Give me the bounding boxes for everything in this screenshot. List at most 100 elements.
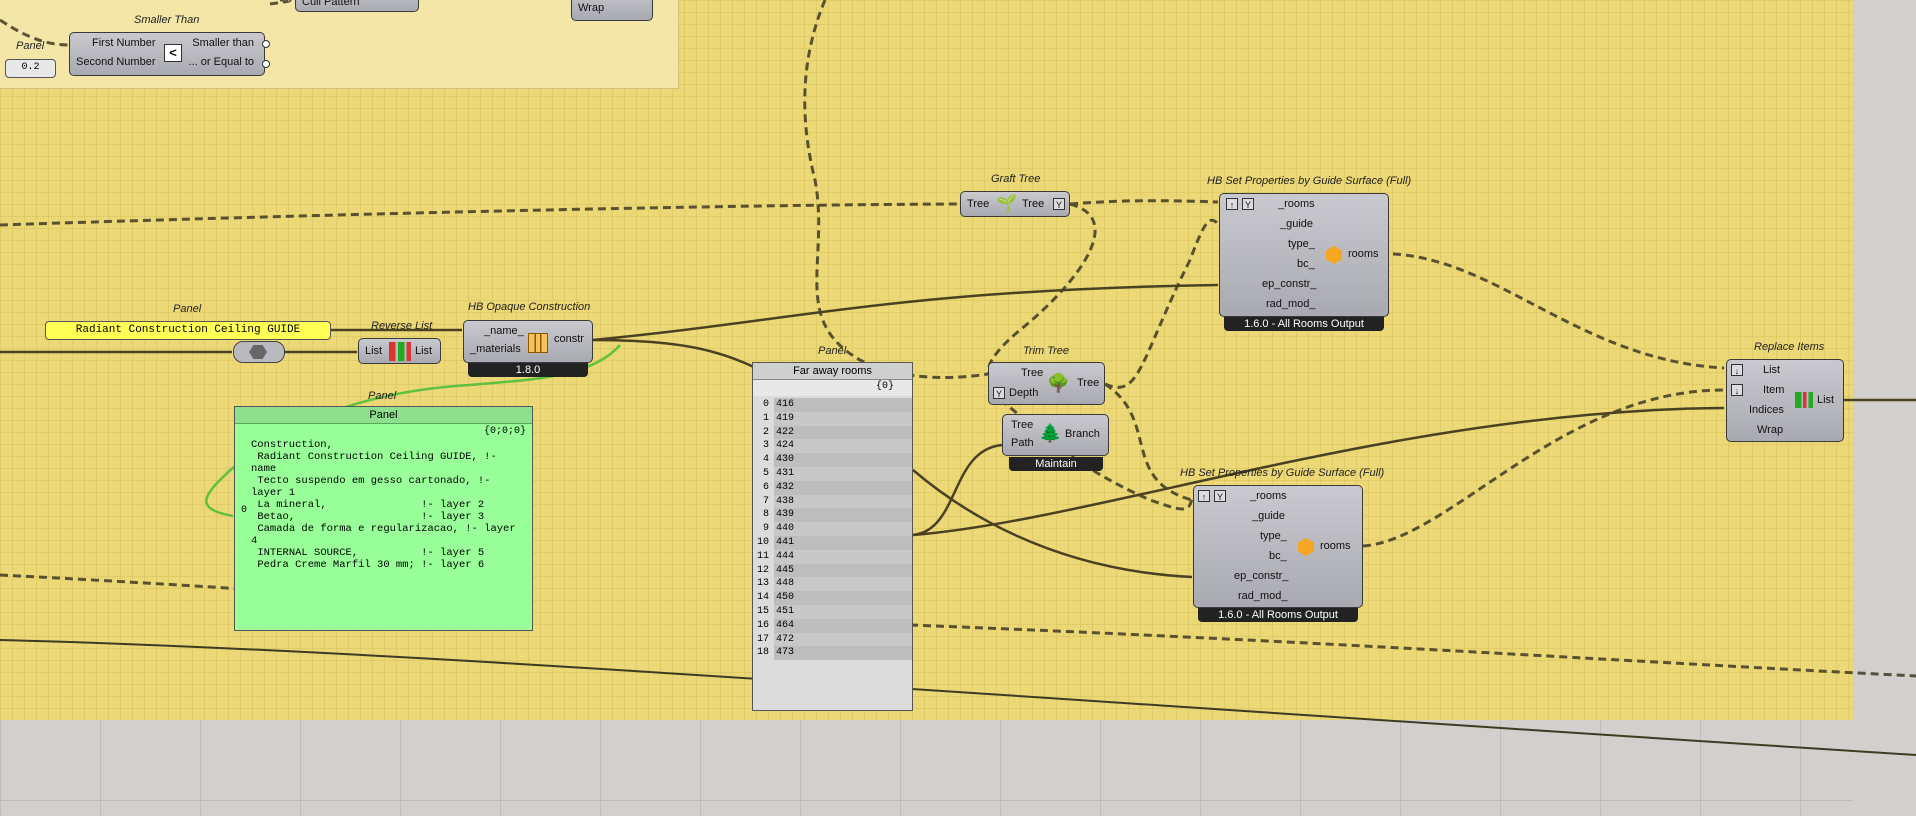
list-item-index: 18 xyxy=(756,647,769,659)
panel-construction[interactable]: Panel {0;0;0} 0 Construction, Radiant Co… xyxy=(234,406,533,631)
smaller-than-component[interactable]: First Number Second Number < Smaller tha… xyxy=(69,32,265,76)
list-item: 11 444 xyxy=(753,549,912,564)
panel-construction-path: {0;0;0} xyxy=(483,426,526,437)
hb-set-top-title: HB Set Properties by Guide Surface (Full… xyxy=(1207,175,1412,187)
or-equal-out-dot[interactable] xyxy=(262,60,270,68)
panel-guide-title: Panel xyxy=(173,303,202,315)
panel-rooms[interactable]: Far away rooms {0} 0 416 1 419 2 422 3 424 4 430 5… xyxy=(752,362,913,711)
hb-bottom-radmod-input[interactable]: rad_mod_ xyxy=(1238,590,1288,602)
list-item: 18 473 xyxy=(753,646,912,661)
trim-tree-output[interactable]: Tree xyxy=(1077,377,1099,389)
opaque-construction-icon xyxy=(528,333,548,353)
or-equal-output[interactable]: ... or Equal to xyxy=(189,56,254,68)
replace-indices-input[interactable]: Indices xyxy=(1749,404,1784,416)
list-item: 7 438 xyxy=(753,494,912,509)
smaller-than-output[interactable]: Smaller than xyxy=(192,37,254,49)
replace-item-input[interactable]: Item xyxy=(1763,384,1784,396)
panel-guide-text: Radiant Construction Ceiling GUIDE xyxy=(75,324,301,336)
hb-opaque-title: HB Opaque Construction xyxy=(468,301,591,313)
list-item: 12 445 xyxy=(753,563,912,578)
hb-opaque-name-input[interactable]: _name_ xyxy=(484,325,524,337)
relay-component[interactable] xyxy=(233,341,285,363)
list-item-index: 2 xyxy=(762,426,769,438)
hb-top-guide-input[interactable]: _guide xyxy=(1280,218,1313,230)
tree-branch-tree-input[interactable]: Tree xyxy=(1011,419,1033,431)
hb-top-version: 1.6.0 - All Rooms Output xyxy=(1224,317,1384,331)
tree-branch-mode: Maintain xyxy=(1009,457,1103,471)
hb-top-epconstr-input[interactable]: ep_constr_ xyxy=(1262,278,1316,290)
reverse-list-component[interactable]: List List xyxy=(358,338,441,364)
replace-wrap-input[interactable]: Wrap xyxy=(1757,424,1783,436)
panel-value[interactable]: 0.2 xyxy=(5,59,56,78)
panel-value-title: Panel xyxy=(16,40,45,52)
second-number-input[interactable]: Second Number xyxy=(76,56,156,68)
list-item: 13 448 xyxy=(753,577,912,592)
cull-pattern-component[interactable]: Cull Pattern xyxy=(295,0,419,12)
hb-set-bottom-component[interactable]: ↑ Y _rooms _guide type_ bc_ ep_constr_ r… xyxy=(1193,485,1363,608)
list-item-index: 12 xyxy=(756,564,769,576)
list-item-value: 432 xyxy=(774,480,912,495)
honeybee-icon xyxy=(1298,538,1314,556)
hb-bottom-guide-input[interactable]: _guide xyxy=(1252,510,1285,522)
graft-tree-input[interactable]: Tree xyxy=(967,198,989,210)
list-item-index: 15 xyxy=(756,605,769,617)
list-item-value: 445 xyxy=(774,563,912,578)
replace-items-component[interactable]: ↓ List ↓ Item Indices Wrap List xyxy=(1726,359,1844,442)
panel-value-text: 0.2 xyxy=(21,62,40,73)
trim-tree-input[interactable]: Tree xyxy=(1021,367,1043,379)
trim-depth-input[interactable]: Depth xyxy=(1009,387,1038,399)
panel-construction-index: 0 xyxy=(241,505,248,516)
hb-bottom-rooms-input[interactable]: _rooms xyxy=(1250,490,1287,502)
panel-guide[interactable]: Radiant Construction Ceiling GUIDE xyxy=(45,321,331,340)
hb-top-graft-icon: Y xyxy=(1242,198,1254,210)
reverse-list-output[interactable]: List xyxy=(415,345,432,357)
list-item-value: 472 xyxy=(774,632,912,647)
list-item-index: 17 xyxy=(756,633,769,645)
list-item: 1 419 xyxy=(753,411,912,426)
list-item: 10 441 xyxy=(753,535,912,550)
graft-tree-component[interactable]: Tree 🌱 Tree Y xyxy=(960,191,1070,217)
tree-branch-output[interactable]: Branch xyxy=(1065,428,1100,440)
hb-bottom-type-input[interactable]: type_ xyxy=(1260,530,1287,542)
trim-tree-icon: 🌳 xyxy=(1047,373,1070,393)
list-item-index: 14 xyxy=(756,592,769,604)
tree-branch-icon: 🌲 xyxy=(1039,423,1062,443)
smaller-than-out-dot[interactable] xyxy=(262,40,270,48)
list-item-value: 438 xyxy=(774,494,912,509)
list-item: 8 439 xyxy=(753,508,912,523)
list-item: 15 451 xyxy=(753,604,912,619)
hb-opaque-component[interactable]: _name_ _materials constr xyxy=(463,320,593,363)
hb-top-rooms-output[interactable]: rooms xyxy=(1348,248,1379,260)
hb-bottom-epconstr-input[interactable]: ep_constr_ xyxy=(1234,570,1288,582)
hb-top-bc-input[interactable]: bc_ xyxy=(1297,258,1315,270)
honeybee-icon xyxy=(1326,246,1342,264)
hb-bottom-rooms-output[interactable]: rooms xyxy=(1320,540,1351,552)
list-item: 3 424 xyxy=(753,439,912,454)
smaller-than-icon: < xyxy=(164,44,182,62)
hb-opaque-constr-output[interactable]: constr xyxy=(554,333,584,345)
tree-branch-path-input[interactable]: Path xyxy=(1011,437,1034,449)
list-item: 16 464 xyxy=(753,618,912,633)
replace-list-output[interactable]: List xyxy=(1817,394,1834,406)
hb-top-radmod-input[interactable]: rad_mod_ xyxy=(1266,298,1316,310)
list-item-value: 422 xyxy=(774,425,912,440)
graft-tree-output[interactable]: Tree xyxy=(1022,198,1044,210)
list-item: 5 431 xyxy=(753,466,912,481)
hb-top-rooms-input[interactable]: _rooms xyxy=(1278,198,1315,210)
trim-tree-component[interactable]: Tree Y Depth 🌳 Tree xyxy=(988,362,1105,405)
first-number-input[interactable]: First Number xyxy=(92,37,156,49)
replace-list-input[interactable]: List xyxy=(1763,364,1780,376)
hb-top-type-input[interactable]: type_ xyxy=(1288,238,1315,250)
wrap-label: Wrap xyxy=(578,2,605,14)
tree-branch-component[interactable]: Tree Path 🌲 Branch xyxy=(1002,414,1109,456)
hb-opaque-materials-input[interactable]: _materials xyxy=(470,343,521,355)
hb-set-top-component[interactable]: ↑ Y _rooms _guide type_ bc_ ep_constr_ r… xyxy=(1219,193,1389,317)
hb-bottom-version: 1.6.0 - All Rooms Output xyxy=(1198,608,1358,622)
canvas-gap xyxy=(1853,0,1916,816)
list-item-value: 441 xyxy=(774,535,912,550)
list-item-value: 416 xyxy=(774,398,912,412)
wrap-component[interactable]: Wrap xyxy=(571,0,653,21)
hb-bottom-bc-input[interactable]: bc_ xyxy=(1269,550,1287,562)
trim-tree-title: Trim Tree xyxy=(1023,345,1070,357)
reverse-list-input[interactable]: List xyxy=(365,345,382,357)
